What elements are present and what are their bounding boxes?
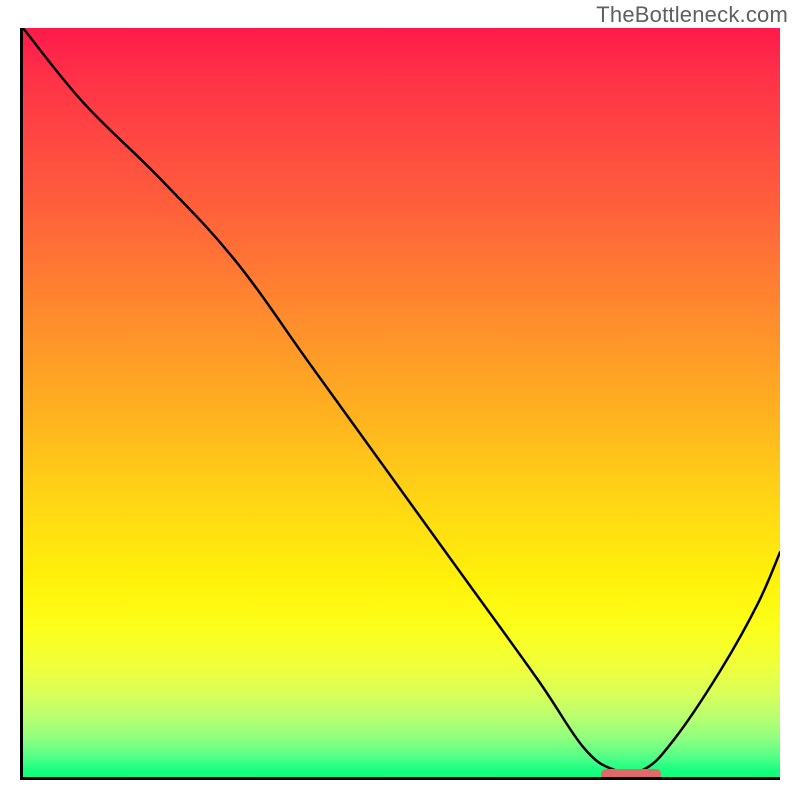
optimal-range-marker bbox=[601, 769, 662, 779]
watermark-text: TheBottleneck.com bbox=[596, 2, 788, 28]
plot-area bbox=[20, 28, 780, 780]
chart-container: TheBottleneck.com bbox=[0, 0, 800, 800]
bottleneck-curve bbox=[23, 28, 780, 777]
